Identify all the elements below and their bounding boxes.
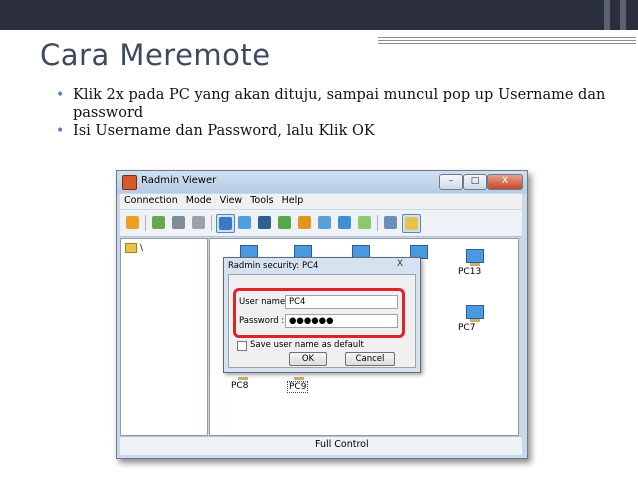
- full-control-icon[interactable]: [216, 214, 235, 233]
- cancel-button[interactable]: Cancel: [345, 352, 395, 366]
- menu-connection[interactable]: Connection: [120, 194, 182, 206]
- credentials-highlight: [233, 288, 405, 338]
- list-view-icon[interactable]: [402, 214, 421, 233]
- toolbar-separator: [145, 215, 146, 231]
- view-only-icon[interactable]: [236, 214, 253, 231]
- computer-base: [238, 377, 248, 380]
- computer-label: PC7: [458, 323, 476, 333]
- ok-button[interactable]: OK: [289, 352, 327, 366]
- voice-chat-icon[interactable]: [336, 214, 353, 231]
- file-transfer-icon[interactable]: [276, 214, 293, 231]
- tree-root-label: \: [140, 243, 144, 254]
- menu-bar: Connection Mode View Tools Help: [120, 194, 522, 209]
- computer-icon: [466, 249, 484, 263]
- computer-base: [470, 319, 480, 322]
- add-computer-icon[interactable]: [150, 214, 167, 231]
- dialog-body: User name : PC4 Password : ●●●●●● Save u…: [228, 274, 416, 368]
- menu-help[interactable]: Help: [278, 194, 308, 206]
- telnet-icon[interactable]: [256, 214, 273, 231]
- bullet-list: Klik 2x pada PC yang akan dituju, sampai…: [54, 86, 614, 140]
- tree-root-item[interactable]: \: [125, 243, 143, 254]
- status-text: Full Control: [315, 439, 369, 450]
- computer-label: PC8: [231, 381, 249, 391]
- message-icon[interactable]: [356, 214, 373, 231]
- top-bar-accent: [604, 0, 610, 30]
- connect-icon[interactable]: [124, 214, 141, 231]
- computer-base: [294, 377, 304, 380]
- computer-item-pc13[interactable]: PC13: [458, 249, 492, 291]
- minimize-button[interactable]: –: [439, 174, 463, 190]
- computer-item-pc9[interactable]: PC9: [282, 367, 316, 409]
- computer-icon: [466, 305, 484, 319]
- menu-tools[interactable]: Tools: [246, 194, 277, 206]
- title-decoration-lines: [378, 37, 636, 47]
- status-bar: Full Control: [120, 436, 522, 455]
- large-icons-icon[interactable]: [382, 214, 399, 231]
- slide-top-bar: [0, 0, 638, 30]
- slide-title: Cara Meremote: [40, 38, 271, 72]
- radmin-viewer-window: Radmin Viewer – □ X Connection Mode View To…: [116, 170, 528, 459]
- delete-computer-icon[interactable]: [190, 214, 207, 231]
- window-title: Radmin Viewer: [141, 175, 217, 186]
- maximize-button[interactable]: □: [463, 174, 487, 190]
- chat-icon[interactable]: [316, 214, 333, 231]
- close-button[interactable]: X: [487, 174, 523, 190]
- bullet-item: Klik 2x pada PC yang akan dituju, sampai…: [54, 86, 614, 122]
- window-title-bar: Radmin Viewer – □ X: [117, 171, 527, 193]
- dialog-close-button[interactable]: X: [392, 259, 408, 270]
- security-dialog: Radmin security: PC4 X User name : PC4 P…: [223, 257, 421, 373]
- menu-mode[interactable]: Mode: [182, 194, 216, 206]
- top-bar-accent: [620, 0, 626, 30]
- computer-label: PC9: [287, 381, 309, 393]
- dialog-title: Radmin security: PC4: [228, 261, 319, 271]
- computer-icon[interactable]: [170, 214, 187, 231]
- save-username-label: Save user name as default: [250, 340, 364, 350]
- save-username-checkbox[interactable]: [237, 341, 247, 351]
- toolbar: [120, 210, 522, 237]
- shutdown-icon[interactable]: [296, 214, 313, 231]
- radmin-app-icon: [122, 175, 137, 190]
- toolbar-separator: [211, 215, 212, 231]
- folder-tree: \: [120, 238, 208, 436]
- folder-icon: [125, 243, 137, 253]
- computer-item-pc7[interactable]: PC7: [458, 305, 492, 347]
- computer-item-pc8[interactable]: PC8: [226, 367, 260, 409]
- computer-base: [470, 263, 480, 266]
- bullet-item: Isi Username dan Password, lalu Klik OK: [54, 122, 614, 140]
- menu-view[interactable]: View: [216, 194, 247, 206]
- computer-label: PC13: [458, 267, 482, 277]
- toolbar-separator: [377, 215, 378, 231]
